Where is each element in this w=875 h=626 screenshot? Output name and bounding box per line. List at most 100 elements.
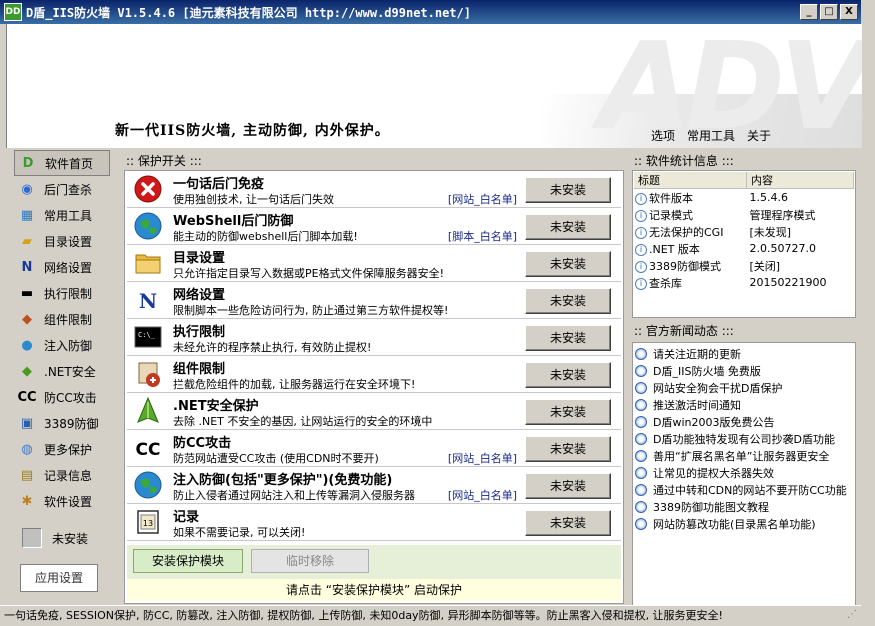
news-bullet-icon <box>635 415 647 428</box>
module-install-button[interactable]: 未安装 <box>525 399 611 425</box>
news-item[interactable]: D盾_IIS防火墙 免费版 <box>633 362 855 379</box>
minimize-button[interactable]: _ <box>800 4 818 20</box>
news-item-text: 网站防篡改功能(目录黑名单功能) <box>653 517 816 531</box>
protection-module: 注入防御(包括"更多保护")(免费功能) 防止入侵者通过网站注入和上传等漏洞入侵服… <box>127 467 621 504</box>
news-item[interactable]: 请关注近期的更新 <box>633 345 855 362</box>
news-item-text: D盾功能独特发现有公司抄袭D盾功能 <box>653 432 835 446</box>
info-icon: i <box>635 277 647 290</box>
sidebar-item-7[interactable]: ● 注入防御 <box>14 332 110 358</box>
sidebar-item-label: 后门查杀 <box>44 182 93 197</box>
news-bullet-icon <box>635 449 647 462</box>
stats-value: [关闭] <box>749 259 781 273</box>
whitelist-link[interactable]: [网站_白名单] <box>448 487 517 503</box>
module-install-button[interactable]: 未安装 <box>525 362 611 388</box>
news-item[interactable]: 网站安全狗会干扰D盾保护 <box>633 379 855 396</box>
sidebar-item-2[interactable]: ▦ 常用工具 <box>14 202 110 228</box>
stats-value: 1.5.4.6 <box>749 191 788 204</box>
sidebar-item-13[interactable]: ✱ 软件设置 <box>14 488 110 514</box>
news-panel: 请关注近期的更新 D盾_IIS防火墙 免费版 网站安全狗会干扰D盾保护 推送激活时间通… <box>632 342 856 606</box>
protection-module: 目录设置 只允许指定目录写入数据或PE格式文件保障服务器安全! 未安装 <box>127 245 621 282</box>
close-button[interactable]: X <box>840 4 858 20</box>
module-install-button[interactable]: 未安装 <box>525 510 611 536</box>
folder-icon <box>133 248 163 278</box>
sidebar-item-4[interactable]: N 网络设置 <box>14 254 110 280</box>
protection-module: CC 防CC攻击 防范网站遭受CC攻击 (使用CDN时不要开) [网站_白名单] 未安装 <box>127 430 621 467</box>
stats-key: i 软件版本 <box>634 189 747 207</box>
maximize-button[interactable]: □ <box>820 4 838 20</box>
temp-remove-button[interactable]: 临时移除 <box>251 549 369 573</box>
news-item[interactable]: 网站防篡改功能(目录黑名单功能) <box>633 515 855 532</box>
sidebar-item-label: 更多保护 <box>44 442 93 457</box>
module-install-button[interactable]: 未安装 <box>525 251 611 277</box>
sidebar-item-9[interactable]: CC 防CC攻击 <box>14 384 110 410</box>
news-item[interactable]: 善用“扩展名黑名单”让服务器更安全 <box>633 447 855 464</box>
sidebar-item-0[interactable]: D 软件首页 <box>14 150 110 176</box>
protection-module: WebShell后门防御 能主动的防御webshell后门脚本加载! [脚本_白名单… <box>127 208 621 245</box>
sidebar-item-1[interactable]: ◉ 后门查杀 <box>14 176 110 202</box>
more-protection-icon: ◍ <box>21 441 33 457</box>
module-install-button[interactable]: 未安装 <box>525 436 611 462</box>
svg-text:N: N <box>139 289 157 313</box>
stats-value: 20150221900 <box>749 276 827 289</box>
protection-footer: 安装保护模块 临时移除 请点击 “安装保护模块” 启动保护 <box>127 545 621 601</box>
sidebar-item-label: 记录信息 <box>44 468 93 483</box>
module-install-button[interactable]: 未安装 <box>525 214 611 240</box>
news-item[interactable]: 3389防御功能图文教程 <box>633 498 855 515</box>
module-description: 防止入侵者通过网站注入和上传等漏洞入侵服务器 <box>173 489 415 502</box>
sidebar-item-11[interactable]: ◍ 更多保护 <box>14 436 110 462</box>
whitelist-link[interactable]: [网站_白名单] <box>448 191 517 207</box>
module-install-button[interactable]: 未安装 <box>525 325 611 351</box>
sidebar-item-5[interactable]: ▬ 执行限制 <box>14 280 110 306</box>
news-item[interactable]: 推送激活时间通知 <box>633 396 855 413</box>
stats-value: 2.0.50727.0 <box>749 242 816 255</box>
sidebar-item-12[interactable]: ▤ 记录信息 <box>14 462 110 488</box>
stats-key-label: 记录模式 <box>649 208 693 222</box>
menu-about[interactable]: 关于 <box>747 127 771 144</box>
stats-key-label: 无法保护的CGI <box>649 225 724 239</box>
sidebar-item-label: 软件首页 <box>45 156 94 171</box>
menu-options[interactable]: 选项 <box>651 127 675 144</box>
menu-tools[interactable]: 常用工具 <box>687 127 735 144</box>
globe-icon <box>133 470 163 500</box>
protection-module: C:\_ 执行限制 未经允许的程序禁止执行, 有效防止提权! 未安装 <box>127 319 621 356</box>
news-item-text: 善用“扩展名黑名单”让服务器更安全 <box>653 449 830 463</box>
sidebar-item-10[interactable]: ▣ 3389防御 <box>14 410 110 436</box>
module-install-button[interactable]: 未安装 <box>525 473 611 499</box>
module-description: 只允许指定目录写入数据或PE格式文件保障服务器安全! <box>173 267 444 280</box>
news-item[interactable]: D盾功能独特发现有公司抄袭D盾功能 <box>633 430 855 447</box>
block-icon <box>133 174 163 204</box>
resize-grip-icon[interactable]: ⋰ <box>847 609 859 623</box>
backdoor-scan-icon: ◉ <box>21 181 33 197</box>
stats-row: i .NET 版本 2.0.50727.0 <box>634 240 854 257</box>
whitelist-link[interactable]: [脚本_白名单] <box>448 228 517 244</box>
news-bullet-icon <box>635 517 647 530</box>
news-bullet-icon <box>635 347 647 360</box>
sidebar-item-3[interactable]: ▰ 目录设置 <box>14 228 110 254</box>
stats-key-label: 软件版本 <box>649 191 693 205</box>
network-icon: N <box>133 285 163 315</box>
install-module-button[interactable]: 安装保护模块 <box>133 549 243 573</box>
news-bullet-icon <box>635 483 647 496</box>
network-icon: N <box>21 259 33 275</box>
news-item[interactable]: 通过中转和CDN的网站不要开防CC功能 <box>633 481 855 498</box>
news-item[interactable]: 让常见的提权大杀器失效 <box>633 464 855 481</box>
news-item-text: 请关注近期的更新 <box>653 347 741 361</box>
whitelist-link[interactable]: [网站_白名单] <box>448 450 517 466</box>
module-description: 防范网站遭受CC攻击 (使用CDN时不要开) <box>173 452 379 465</box>
sidebar-item-6[interactable]: ◆ 组件限制 <box>14 306 110 332</box>
module-install-button[interactable]: 未安装 <box>525 288 611 314</box>
sidebar-item-label: 目录设置 <box>44 234 93 249</box>
stats-table: 标题 内容 i 软件版本 1.5.4.6 i 记录模式 管理程序模式 i 无法保护的CGI [未… <box>634 172 854 291</box>
sidebar-item-label: 网络设置 <box>44 260 93 275</box>
news-item[interactable]: D盾win2003版免费公告 <box>633 413 855 430</box>
header-banner: ADV 新一代IIS防火墙, 主动防御, 内外保护。 选项 常用工具 关于 <box>6 24 862 148</box>
install-status: 未安装 <box>14 522 104 556</box>
module-install-button[interactable]: 未安装 <box>525 177 611 203</box>
sidebar-item-label: 防CC攻击 <box>44 390 97 405</box>
stats-key: i 3389防御模式 <box>634 257 747 274</box>
settings-icon: ✱ <box>21 493 33 509</box>
apply-settings-button[interactable]: 应用设置 <box>20 564 98 592</box>
home-icon: D <box>22 155 34 171</box>
sidebar-item-8[interactable]: ◆ .NET安全 <box>14 358 110 384</box>
news-item-text: 让常见的提权大杀器失效 <box>653 466 774 480</box>
